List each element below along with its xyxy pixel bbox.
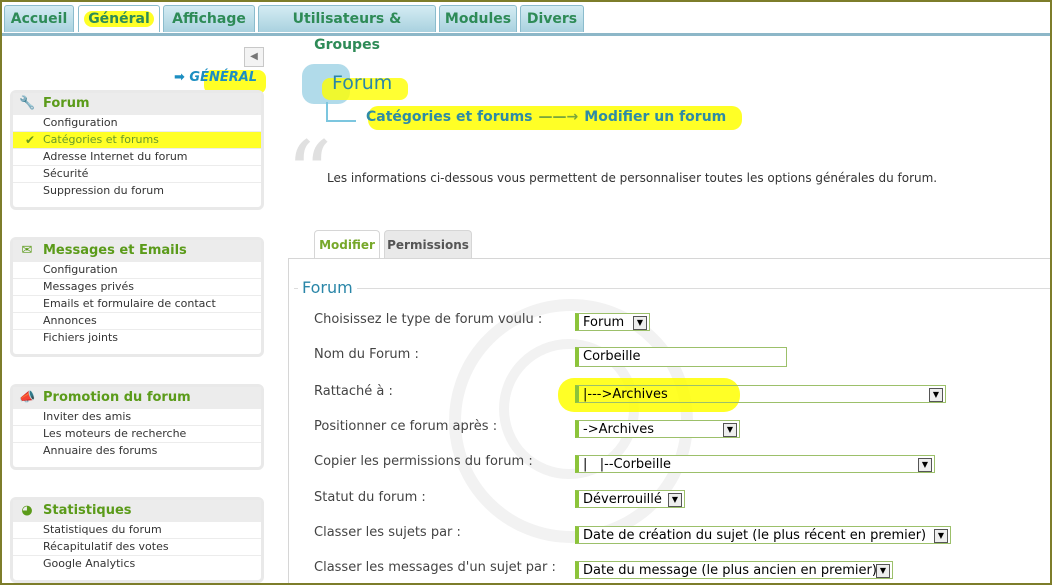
parent-forum-select[interactable]: |--->Archives ▼ <box>575 385 946 403</box>
topic-sort-select[interactable]: Date de création du sujet (le plus récen… <box>575 526 951 544</box>
sidebar-item-suppression[interactable]: Suppression du forum <box>13 183 261 199</box>
tab-affichage[interactable]: Affichage <box>163 5 255 32</box>
sidebar-item-annonces[interactable]: Annonces <box>13 313 261 330</box>
breadcrumb-link-categories[interactable]: Catégories et forums <box>366 109 533 125</box>
chevron-down-icon: ▼ <box>633 316 647 330</box>
tab-modifier[interactable]: Modifier <box>314 230 380 259</box>
chevron-down-icon: ▼ <box>668 493 682 507</box>
sidebar-item-stats-forum[interactable]: Statistiques du forum <box>13 522 261 539</box>
chevron-left-icon: ◀ <box>250 51 258 62</box>
sidebar-item-annuaire[interactable]: Annuaire des forums <box>13 443 261 459</box>
sidebar-item-recap-votes[interactable]: Récapitulatif des votes <box>13 539 261 556</box>
fieldset-border <box>294 288 1050 289</box>
sidebar-item-emails[interactable]: Emails et formulaire de contact <box>13 296 261 313</box>
sidebar-item-adresse[interactable]: Adresse Internet du forum <box>13 149 261 166</box>
field-label-rattache: Rattaché à : <box>314 384 393 399</box>
sidebar-box-title: Statistiques <box>43 503 132 518</box>
forum-status-select[interactable]: Déverrouillé ▼ <box>575 490 685 508</box>
quote-icon: “ <box>286 122 333 227</box>
breadcrumb-current: Modifier un forum <box>584 109 727 125</box>
chevron-down-icon: ▼ <box>876 564 890 578</box>
chevron-down-icon: ▼ <box>929 388 943 402</box>
collapse-sidebar-button[interactable]: ◀ <box>244 47 264 67</box>
sidebar-item-fichiers[interactable]: Fichiers joints <box>13 330 261 346</box>
field-label-statut: Statut du forum : <box>314 490 426 505</box>
forum-type-select[interactable]: Forum ▼ <box>575 313 650 331</box>
section-link-general[interactable]: ➡ GÉNÉRAL <box>174 70 257 85</box>
forum-name-input[interactable]: Corbeille <box>575 347 787 367</box>
breadcrumb-connector <box>326 102 356 122</box>
tab-general[interactable]: Général <box>78 5 160 32</box>
tab-accueil[interactable]: Accueil <box>4 5 74 32</box>
wrench-icon: 🔧 <box>19 96 36 111</box>
mail-icon: ✉ <box>21 243 33 258</box>
pie-chart-icon: ◕ <box>21 503 33 518</box>
top-navigation: Accueil Général Affichage Utilisateurs &… <box>2 2 1050 53</box>
admin-panel: Accueil Général Affichage Utilisateurs &… <box>0 0 1052 585</box>
megaphone-icon: 📣 <box>19 390 36 405</box>
field-label-classer-sujets: Classer les sujets par : <box>314 525 461 540</box>
tab-utilisateurs-groupes[interactable]: Utilisateurs & Groupes <box>258 5 436 53</box>
sidebar-box-title: Forum <box>43 96 90 111</box>
sidebar-box-statistiques: ◕ Statistiques Statistiques du forum Réca… <box>10 497 264 583</box>
field-label-nom: Nom du Forum : <box>314 347 419 362</box>
fieldset-title: Forum <box>298 278 357 297</box>
field-label-positionner: Positionner ce forum après : <box>314 419 498 434</box>
sidebar-box-title: Promotion du forum <box>43 390 191 405</box>
intro-text: Les informations ci-dessous vous permett… <box>327 171 938 185</box>
field-label-classer-messages: Classer les messages d'un sujet par : <box>314 560 556 575</box>
page-title: Forum <box>332 72 393 94</box>
sidebar-box-forum: 🔧 Forum Configuration Catégories et forum… <box>10 90 264 210</box>
chevron-down-icon: ▼ <box>934 529 948 543</box>
sidebar-item-inviter[interactable]: Inviter des amis <box>13 409 261 426</box>
sidebar-box-promotion: 📣 Promotion du forum Inviter des amis Les… <box>10 384 264 470</box>
breadcrumb: Catégories et forums ——→ Modifier un forum <box>366 109 726 125</box>
sidebar-item-configuration-messages[interactable]: Configuration <box>13 262 261 279</box>
arrow-right-icon: ——→ <box>538 109 579 125</box>
sidebar-item-google-analytics[interactable]: Google Analytics <box>13 556 261 572</box>
chevron-down-icon: ▼ <box>918 458 932 472</box>
tab-divers[interactable]: Divers <box>520 5 584 32</box>
chevron-down-icon: ▼ <box>723 423 737 437</box>
field-label-permissions: Copier les permissions du forum : <box>314 454 533 469</box>
copy-permissions-select[interactable]: | |--Corbeille ▼ <box>575 455 935 473</box>
sidebar-item-securite[interactable]: Sécurité <box>13 166 261 183</box>
tab-permissions[interactable]: Permissions <box>384 230 472 259</box>
field-label-type: Choisissez le type de forum voulu : <box>314 312 543 327</box>
main-content: Forum Catégories et forums ——→ Modifier un… <box>272 42 1050 583</box>
sidebar-item-categories[interactable]: Catégories et forums <box>13 132 261 149</box>
message-sort-select[interactable]: Date du message (le plus ancien en premi… <box>575 561 893 579</box>
sidebar-item-configuration[interactable]: Configuration <box>13 115 261 132</box>
tab-modules[interactable]: Modules <box>439 5 517 32</box>
sidebar-item-messages-prives[interactable]: Messages privés <box>13 279 261 296</box>
position-after-select[interactable]: ->Archives ▼ <box>575 420 740 438</box>
sidebar-item-moteurs[interactable]: Les moteurs de recherche <box>13 426 261 443</box>
sidebar-box-title: Messages et Emails <box>43 243 187 258</box>
sidebar-box-messages: ✉ Messages et Emails Configuration Messag… <box>10 237 264 357</box>
